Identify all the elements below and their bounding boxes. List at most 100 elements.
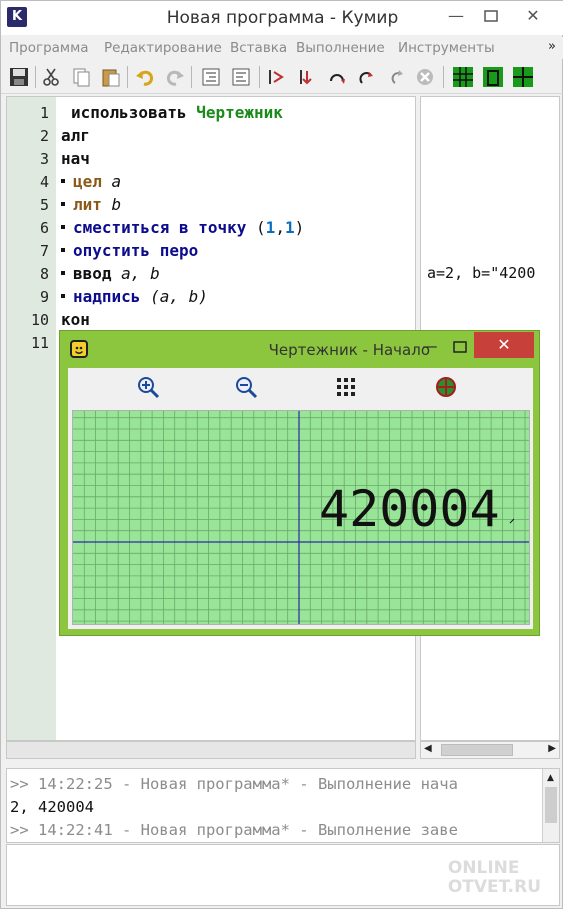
step-in-icon[interactable]: [325, 65, 349, 89]
menu-edit[interactable]: Редактирование: [104, 40, 222, 56]
code-line-6[interactable]: сместиться в точку (1,1): [61, 218, 304, 237]
keyword: опустить перо: [73, 241, 199, 260]
drawing-canvas[interactable]: 420004: [72, 410, 530, 625]
close-button[interactable]: ✕: [511, 1, 555, 31]
layout-grid-icon[interactable]: [451, 65, 475, 89]
keyword: лит: [73, 195, 102, 214]
keyword: надпись: [73, 287, 141, 306]
drawer-window-title: Чертежник - Начало: [268, 341, 430, 359]
code-line-10[interactable]: кон: [61, 310, 90, 329]
drawer-minimize-button[interactable]: —: [416, 337, 444, 357]
cut-icon[interactable]: [39, 65, 63, 89]
paren: (: [256, 218, 266, 237]
margin-values-line8: a=2, b="4200: [427, 264, 536, 282]
watermark-line: OTVET.RU: [447, 877, 541, 897]
menu-insert[interactable]: Вставка: [230, 40, 287, 56]
code-line-1[interactable]: использовать Чертежник: [71, 103, 283, 122]
layout-split-icon[interactable]: [511, 65, 535, 89]
maximize-icon: [484, 10, 498, 22]
zoom-in-icon[interactable]: [134, 374, 162, 400]
line-number: 2: [39, 127, 49, 145]
indent-icon[interactable]: [199, 65, 223, 89]
editor-horizontal-scrollbar[interactable]: [6, 741, 416, 759]
comma: ,: [275, 218, 285, 237]
menu-overflow-chevron[interactable]: »: [548, 39, 556, 54]
step-out-icon[interactable]: [385, 65, 409, 89]
menu-tools[interactable]: Инструменты: [398, 40, 495, 56]
layout-window-icon[interactable]: [481, 65, 505, 89]
toolbar: [1, 60, 563, 94]
unindent-icon[interactable]: [229, 65, 253, 89]
grid-icon[interactable]: [332, 374, 360, 400]
scroll-left-icon[interactable]: ◀: [424, 743, 432, 754]
stop-icon[interactable]: [413, 65, 437, 89]
paren: ): [294, 218, 305, 237]
console-vertical-scrollbar[interactable]: ▲: [542, 769, 559, 842]
drawer-close-button[interactable]: ✕: [474, 332, 534, 358]
menu-program[interactable]: Программа: [9, 40, 89, 56]
indent-marker: [61, 179, 65, 183]
scroll-up-icon[interactable]: ▲: [547, 773, 554, 783]
indent-marker: [61, 202, 65, 206]
output-console[interactable]: >> 14:22:25 - Новая программа* - Выполне…: [6, 768, 560, 843]
drawer-maximize-button[interactable]: [446, 337, 474, 357]
input-area[interactable]: ONLINE OTVET.RU: [6, 844, 560, 906]
undo-icon[interactable]: [133, 65, 157, 89]
code-line-7[interactable]: опустить перо: [61, 241, 198, 260]
line-number: 5: [39, 196, 49, 214]
drawn-label: 420004: [319, 480, 500, 538]
line-number: 7: [39, 242, 49, 260]
scroll-thumb[interactable]: [545, 787, 557, 823]
code-line-2[interactable]: алг: [61, 126, 90, 145]
console-line: >> 14:22:25 - Новая программа* - Выполне…: [10, 775, 458, 793]
keyword: нач: [61, 149, 90, 168]
maximize-button[interactable]: [469, 1, 513, 31]
keyword: ввод: [73, 264, 112, 283]
code-line-4[interactable]: цел a: [61, 172, 121, 191]
module-name: Чертежник: [196, 103, 283, 122]
number: 1: [265, 218, 276, 237]
drawer-body: 420004: [68, 368, 533, 629]
menu-bar: Программа Редактирование Вставка Выполне…: [1, 37, 563, 59]
line-number: 8: [39, 265, 49, 283]
line-number: 3: [39, 150, 49, 168]
line-number: 1: [39, 104, 49, 122]
indent-marker: [61, 225, 65, 229]
arguments: a, b: [121, 264, 160, 283]
copy-icon[interactable]: [69, 65, 93, 89]
menu-run[interactable]: Выполнение: [296, 40, 385, 56]
line-number: 10: [30, 311, 49, 329]
code-line-9[interactable]: надпись (a, b): [61, 287, 208, 306]
save-icon[interactable]: [7, 65, 31, 89]
scroll-thumb[interactable]: [441, 744, 513, 756]
keyword: использовать: [71, 103, 187, 122]
run-step-icon[interactable]: [295, 65, 319, 89]
console-line: >> 14:22:41 - Новая программа* - Выполне…: [10, 821, 458, 839]
keyword: цел: [73, 172, 102, 191]
title-bar: K Новая программа - Кумир — ✕: [1, 1, 563, 35]
line-number: 11: [30, 334, 49, 352]
maximize-icon: [453, 341, 467, 353]
drawer-window: Чертежник - Начало — ✕ 420004: [59, 330, 540, 636]
paste-icon[interactable]: [99, 65, 123, 89]
keyword: сместиться в точку: [73, 218, 247, 237]
number: 1: [284, 218, 295, 237]
zoom-out-icon[interactable]: [232, 374, 260, 400]
fit-view-icon[interactable]: [432, 374, 460, 400]
code-line-8[interactable]: ввод a, b: [61, 264, 160, 283]
code-line-5[interactable]: лит b: [61, 195, 121, 214]
step-over-icon[interactable]: [355, 65, 379, 89]
scroll-right-icon[interactable]: ▶: [548, 743, 556, 754]
run-icon[interactable]: [265, 65, 289, 89]
drawing-surface: 420004: [73, 411, 529, 624]
code-line-3[interactable]: нач: [61, 149, 90, 168]
arguments: (a, b): [150, 287, 208, 306]
redo-icon[interactable]: [163, 65, 187, 89]
line-number: 6: [39, 219, 49, 237]
line-number: 4: [39, 173, 49, 191]
console-line: 2, 420004: [10, 798, 94, 816]
watermark-line: ONLINE: [447, 858, 520, 878]
margin-horizontal-scrollbar[interactable]: ◀ ▶: [420, 741, 560, 759]
variable: b: [111, 195, 122, 214]
line-number-gutter: [7, 97, 56, 740]
